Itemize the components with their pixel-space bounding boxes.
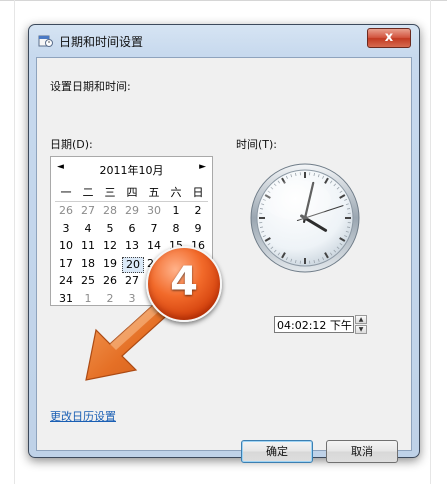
window-title: 日期和时间设置 (59, 35, 144, 49)
step-number: 4 (170, 259, 198, 305)
calendar-day[interactable]: 17 (55, 256, 77, 272)
calendar-day[interactable]: 2 (187, 203, 209, 219)
calendar-day[interactable]: 4 (77, 221, 99, 237)
weekday-label: 二 (82, 186, 94, 199)
calendar-day[interactable]: 29 (121, 203, 143, 219)
bg-divider (430, 0, 431, 484)
weekday-label: 日 (192, 186, 204, 199)
calendar-day[interactable]: 8 (165, 221, 187, 237)
calendar-day[interactable]: 30 (143, 203, 165, 219)
calendar-day[interactable]: 19 (99, 256, 121, 272)
calendar-day[interactable]: 1 (165, 203, 187, 219)
spin-down-icon[interactable]: ▼ (355, 325, 367, 334)
bg-divider (14, 0, 15, 484)
calendar-day[interactable]: 11 (77, 238, 99, 254)
date-label: 日期(D): (50, 138, 93, 151)
cancel-button[interactable]: 取消 (326, 440, 398, 463)
bg-divider (0, 0, 447, 1)
time-input[interactable]: 04:02:12 下午 (274, 316, 354, 333)
date-time-settings-dialog: 日期和时间设置 x 设置日期和时间: 日期(D): 时间(T): ◄ 2011年… (28, 24, 420, 463)
spin-up-icon[interactable]: ▲ (355, 315, 367, 324)
calendar-clock-icon (38, 35, 53, 47)
weekday-label: 六 (170, 186, 182, 199)
calendar-day[interactable]: 5 (99, 221, 121, 237)
next-month-button[interactable]: ► (199, 162, 206, 172)
calendar-day[interactable]: 12 (99, 238, 121, 254)
calendar-day[interactable]: 7 (143, 221, 165, 237)
time-label: 时间(T): (236, 138, 278, 151)
calendar-header: ◄ 2011年10月 ► (51, 161, 212, 177)
calendar-day[interactable]: 26 (55, 203, 77, 219)
clock-glare (263, 180, 331, 220)
calendar-month-title[interactable]: 2011年10月 (51, 162, 212, 178)
calendar-day[interactable]: 3 (55, 221, 77, 237)
ok-button[interactable]: 确定 (241, 440, 313, 463)
calendar-day[interactable]: 10 (55, 238, 77, 254)
analog-clock (250, 163, 360, 273)
weekday-header: 一二三四五六日 (55, 185, 208, 202)
section-heading: 设置日期和时间: (50, 80, 131, 93)
title-bar[interactable]: 日期和时间设置 x (29, 25, 419, 55)
calendar-day[interactable]: 13 (121, 238, 143, 254)
calendar-day[interactable]: 31 (55, 291, 77, 307)
step-number-badge: 4 (146, 246, 222, 322)
calendar-day[interactable]: 24 (55, 273, 77, 289)
calendar-day[interactable]: 6 (121, 221, 143, 237)
weekday-label: 四 (126, 186, 138, 199)
weekday-label: 三 (104, 186, 116, 199)
dialog-body: 设置日期和时间: 日期(D): 时间(T): ◄ 2011年10月 ► 一二三四… (36, 57, 412, 463)
calendar-day[interactable]: 28 (99, 203, 121, 219)
calendar-day[interactable]: 27 (77, 203, 99, 219)
calendar-day[interactable]: 9 (187, 221, 209, 237)
calendar-day[interactable]: 18 (77, 256, 99, 272)
calendar-day[interactable]: 20 (122, 256, 144, 273)
time-spinner[interactable]: ▲ ▼ (355, 315, 367, 334)
close-button[interactable]: x (367, 28, 411, 48)
weekday-label: 五 (148, 186, 160, 199)
change-calendar-settings-link[interactable]: 更改日历设置 (50, 408, 116, 424)
screenshot-page: 日期和时间设置 x 设置日期和时间: 日期(D): 时间(T): ◄ 2011年… (0, 0, 447, 484)
close-icon: x (384, 30, 394, 45)
weekday-label: 一 (60, 186, 72, 199)
